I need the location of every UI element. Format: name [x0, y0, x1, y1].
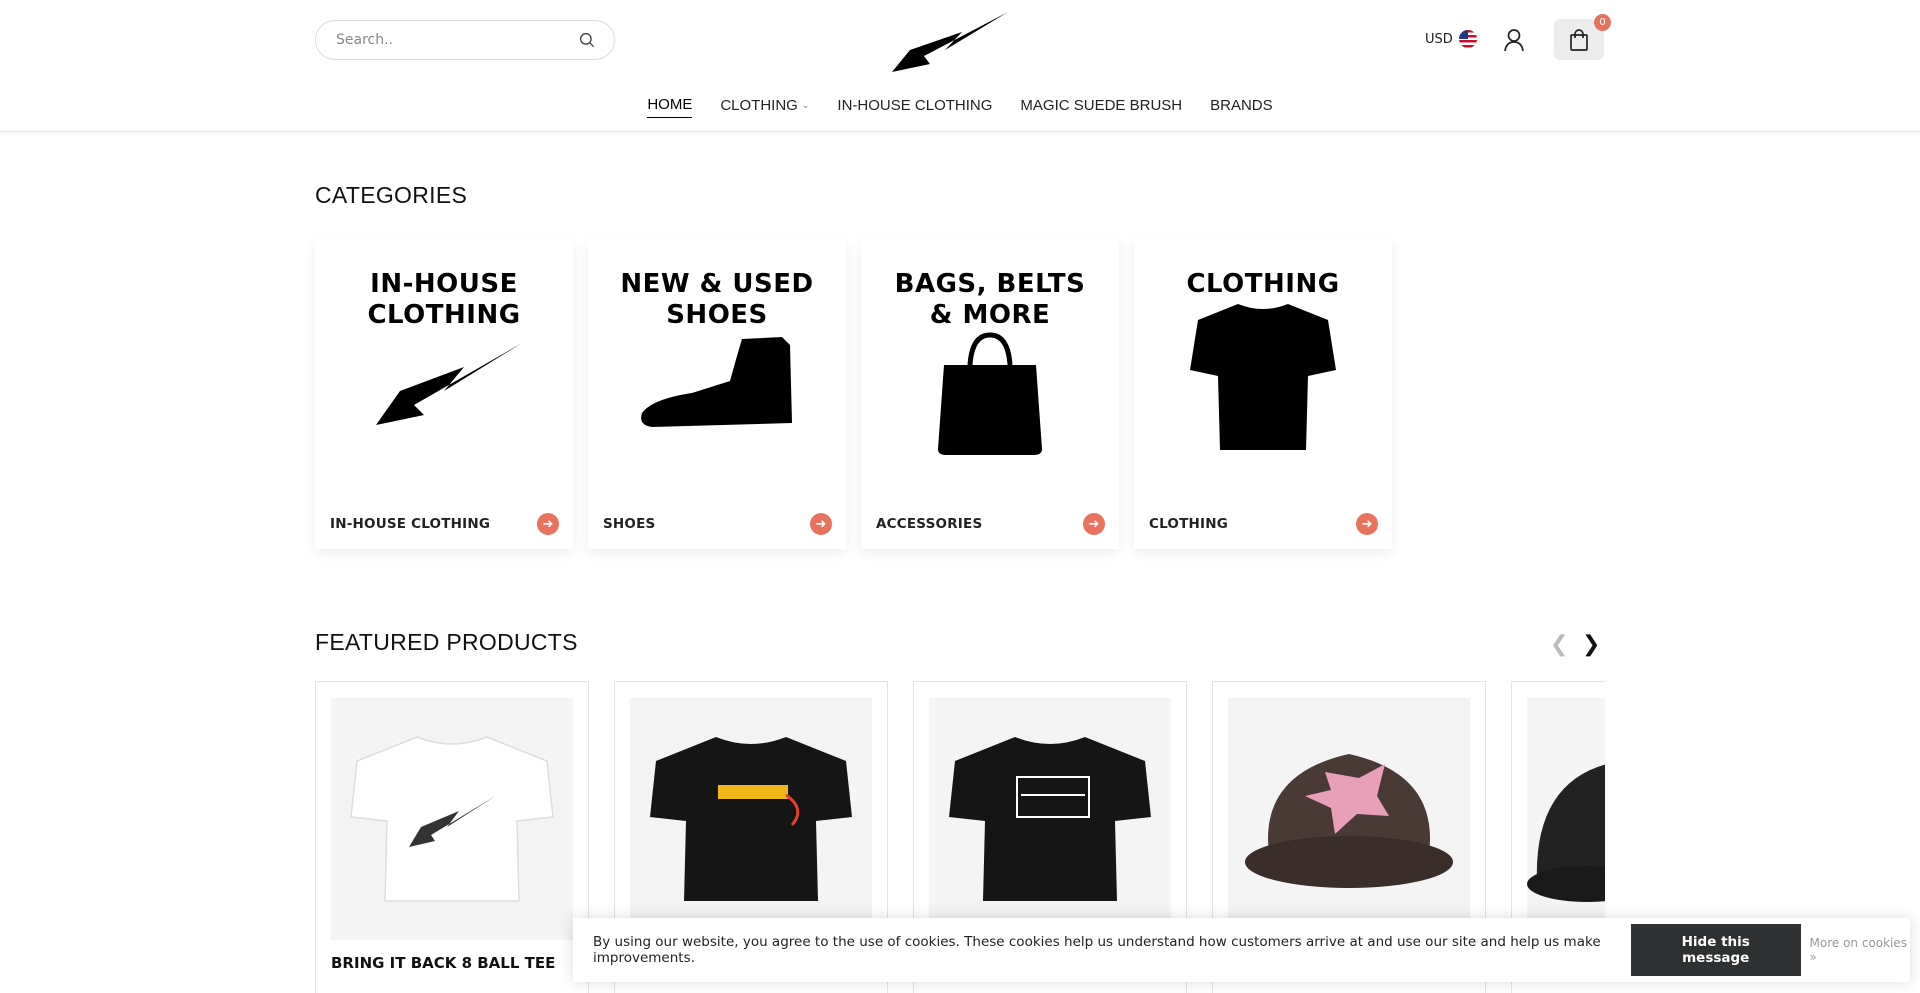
logo[interactable] — [890, 10, 1010, 74]
nav-home-label: HOME — [647, 96, 693, 113]
category-art: IN-HOUSE CLOTHING — [315, 239, 573, 499]
black-tee-image — [650, 737, 852, 901]
search-box[interactable] — [315, 20, 615, 60]
arrow-right-icon[interactable]: ➜ — [810, 513, 832, 535]
category-label: SHOES — [603, 516, 656, 532]
nav-brands[interactable]: BRANDS — [1210, 96, 1273, 118]
nav-in-house-clothing[interactable]: IN-HOUSE CLOTHING — [837, 96, 992, 118]
white-tee-image — [350, 736, 554, 902]
category-card-clothing[interactable]: CLOTHING CLOTHING ➜ — [1134, 239, 1392, 549]
site-header: USD 0 HOME CLOTHING⌄ IN-HOUSE CLOTHING M… — [0, 0, 1920, 132]
us-flag-icon — [1458, 30, 1477, 48]
category-label: IN-HOUSE CLOTHING — [330, 516, 491, 532]
nav-suede-label: MAGIC SUEDE BRUSH — [1020, 96, 1183, 114]
tshirt-icon — [1190, 304, 1336, 450]
category-art: BAGS, BELTS & MORE — [861, 239, 1119, 499]
search-input[interactable] — [336, 32, 566, 48]
lightning-logo-icon — [376, 343, 522, 425]
nav-brands-label: BRANDS — [1210, 96, 1273, 114]
category-art: CLOTHING — [1134, 239, 1392, 499]
carousel-next-button[interactable]: ❯ — [1582, 632, 1600, 657]
handbag-icon — [938, 332, 1042, 455]
arrow-right-icon[interactable]: ➜ — [1356, 513, 1378, 535]
category-label: CLOTHING — [1149, 516, 1229, 532]
carousel-prev-button[interactable]: ❮ — [1550, 632, 1568, 657]
nav-magic-suede-brush[interactable]: MAGIC SUEDE BRUSH — [1020, 96, 1182, 118]
search-icon[interactable] — [578, 31, 596, 49]
categories-title: CATEGORIES — [315, 182, 468, 208]
currency-label: USD — [1425, 31, 1453, 47]
arrow-right-icon[interactable]: ➜ — [1083, 513, 1105, 535]
category-art: NEW & USED SHOES — [588, 239, 846, 499]
category-card-in-house[interactable]: IN-HOUSE CLOTHING IN-HOUSE CLOTHING ➜ — [315, 239, 573, 549]
main-nav: HOME CLOTHING ⌄ IN-HOUSE CLOTHING MAGIC S… — [0, 96, 1920, 118]
cookie-banner: By using our website, you agree to the u… — [573, 918, 1910, 982]
sneaker-icon — [641, 337, 792, 427]
product-name: BRING IT BACK 8 BALL TEE — [331, 954, 556, 972]
account-icon[interactable] — [1503, 28, 1525, 52]
product-card[interactable]: BRING IT BACK 8 BALL TEE — [315, 681, 589, 993]
category-art-text: NEW & USED SHOES — [620, 269, 814, 330]
nav-home[interactable]: HOME — [647, 96, 693, 118]
nav-clothing[interactable]: CLOTHING ⌄ — [720, 96, 809, 118]
brown-trucker-hat-image — [1245, 754, 1453, 888]
hide-message-button[interactable]: Hide this message — [1630, 924, 1801, 976]
product-image — [929, 698, 1171, 940]
currency-selector[interactable]: USD — [1425, 30, 1477, 48]
category-art-text: CLOTHING — [1186, 269, 1340, 299]
nav-in-house-label: IN-HOUSE CLOTHING — [837, 96, 993, 114]
category-label: ACCESSORIES — [876, 516, 983, 532]
more-on-cookies-link[interactable]: More on cookies » — [1810, 936, 1911, 964]
chevron-down-icon: ⌄ — [801, 99, 810, 110]
black-cap-image — [1527, 764, 1605, 902]
arrow-right-icon[interactable]: ➜ — [537, 513, 559, 535]
product-image — [1228, 698, 1470, 940]
nav-clothing-label: CLOTHING — [720, 96, 798, 114]
category-card-accessories[interactable]: BAGS, BELTS & MORE ACCESSORIES ➜ — [861, 239, 1119, 549]
product-image — [630, 698, 872, 940]
category-art-text: IN-HOUSE CLOTHING — [367, 269, 521, 330]
category-art-text: BAGS, BELTS & MORE — [894, 269, 1086, 330]
cart-count-badge: 0 — [1594, 14, 1611, 31]
featured-title: FEATURED PRODUCTS — [315, 629, 578, 655]
black-tee-image — [949, 737, 1151, 901]
category-card-shoes[interactable]: NEW & USED SHOES SHOES ➜ — [588, 239, 846, 549]
shopping-bag-icon — [1570, 28, 1588, 51]
product-image — [1527, 698, 1605, 940]
cookie-message: By using our website, you agree to the u… — [593, 934, 1601, 966]
product-image — [331, 698, 573, 940]
